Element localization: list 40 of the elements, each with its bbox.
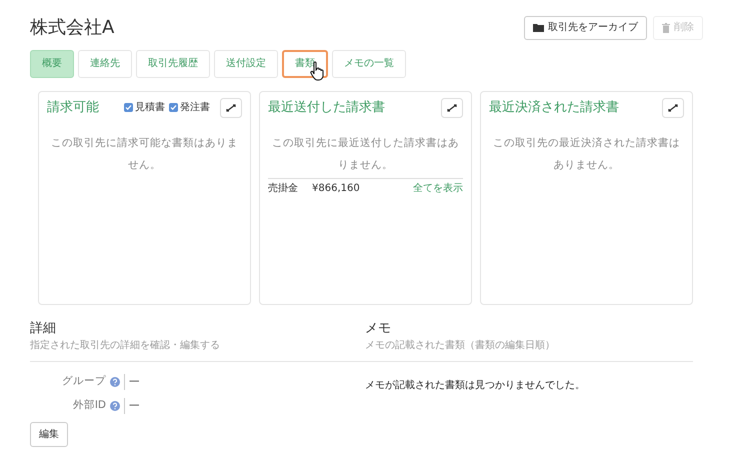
section-title: 詳細 — [30, 320, 57, 338]
archive-button[interactable]: 取引先をアーカイブ — [524, 16, 647, 40]
card-title: 請求可能 — [47, 98, 99, 116]
tab[interactable]: 概要 — [30, 50, 74, 78]
checkbox-label: 発注書 — [180, 100, 210, 115]
expand-icon — [220, 98, 242, 118]
help-icon[interactable] — [110, 401, 120, 411]
summary-amount: ¥866,160 — [312, 182, 360, 196]
field-label: グループ — [61, 374, 106, 390]
summary-label: 売掛金 — [268, 182, 298, 196]
empty-message: この取引先に最近送付した請求書はありません。 — [271, 136, 460, 172]
empty-message: この取引先に請求可能な書類はありません。 — [50, 136, 239, 172]
section-subtitle: メモの記載された書類（書類の編集日順） — [365, 338, 555, 353]
tab[interactable]: 送付設定 — [214, 50, 278, 78]
field-label: 外部ID — [72, 398, 106, 414]
expand-button[interactable] — [662, 98, 684, 118]
card-title: 最近送付した請求書 — [268, 98, 385, 116]
expand-button[interactable] — [441, 98, 463, 118]
expand-icon — [441, 98, 463, 118]
field-value: — — [129, 398, 140, 414]
page-title: 株式会社A — [30, 16, 114, 40]
tab[interactable]: 連絡先 — [78, 50, 132, 78]
empty-message: メモが記載された書類は見つかりませんでした。 — [365, 378, 585, 393]
section-subtitle: 指定された取引先の詳細を確認・編集する — [30, 338, 221, 353]
edit-button[interactable]: 編集 — [30, 422, 68, 447]
folder-icon — [533, 23, 544, 32]
checkbox-label: 見積書 — [135, 100, 165, 115]
empty-message: この取引先の最近決済された請求書はありません。 — [492, 136, 681, 172]
expand-icon — [662, 98, 684, 118]
card-title: 最近決済された請求書 — [489, 98, 619, 116]
tab[interactable]: 取引先履歴 — [136, 50, 210, 78]
field-value: — — [129, 374, 140, 390]
expand-button[interactable] — [220, 98, 242, 118]
trash-icon — [662, 22, 670, 32]
show-all-link[interactable]: 全てを表示 — [413, 180, 463, 196]
section-title: メモ — [365, 320, 392, 338]
checkbox[interactable] — [169, 103, 178, 112]
help-icon[interactable] — [110, 377, 120, 387]
checkbox[interactable] — [124, 103, 133, 112]
tab[interactable]: メモの一覧 — [332, 50, 406, 78]
